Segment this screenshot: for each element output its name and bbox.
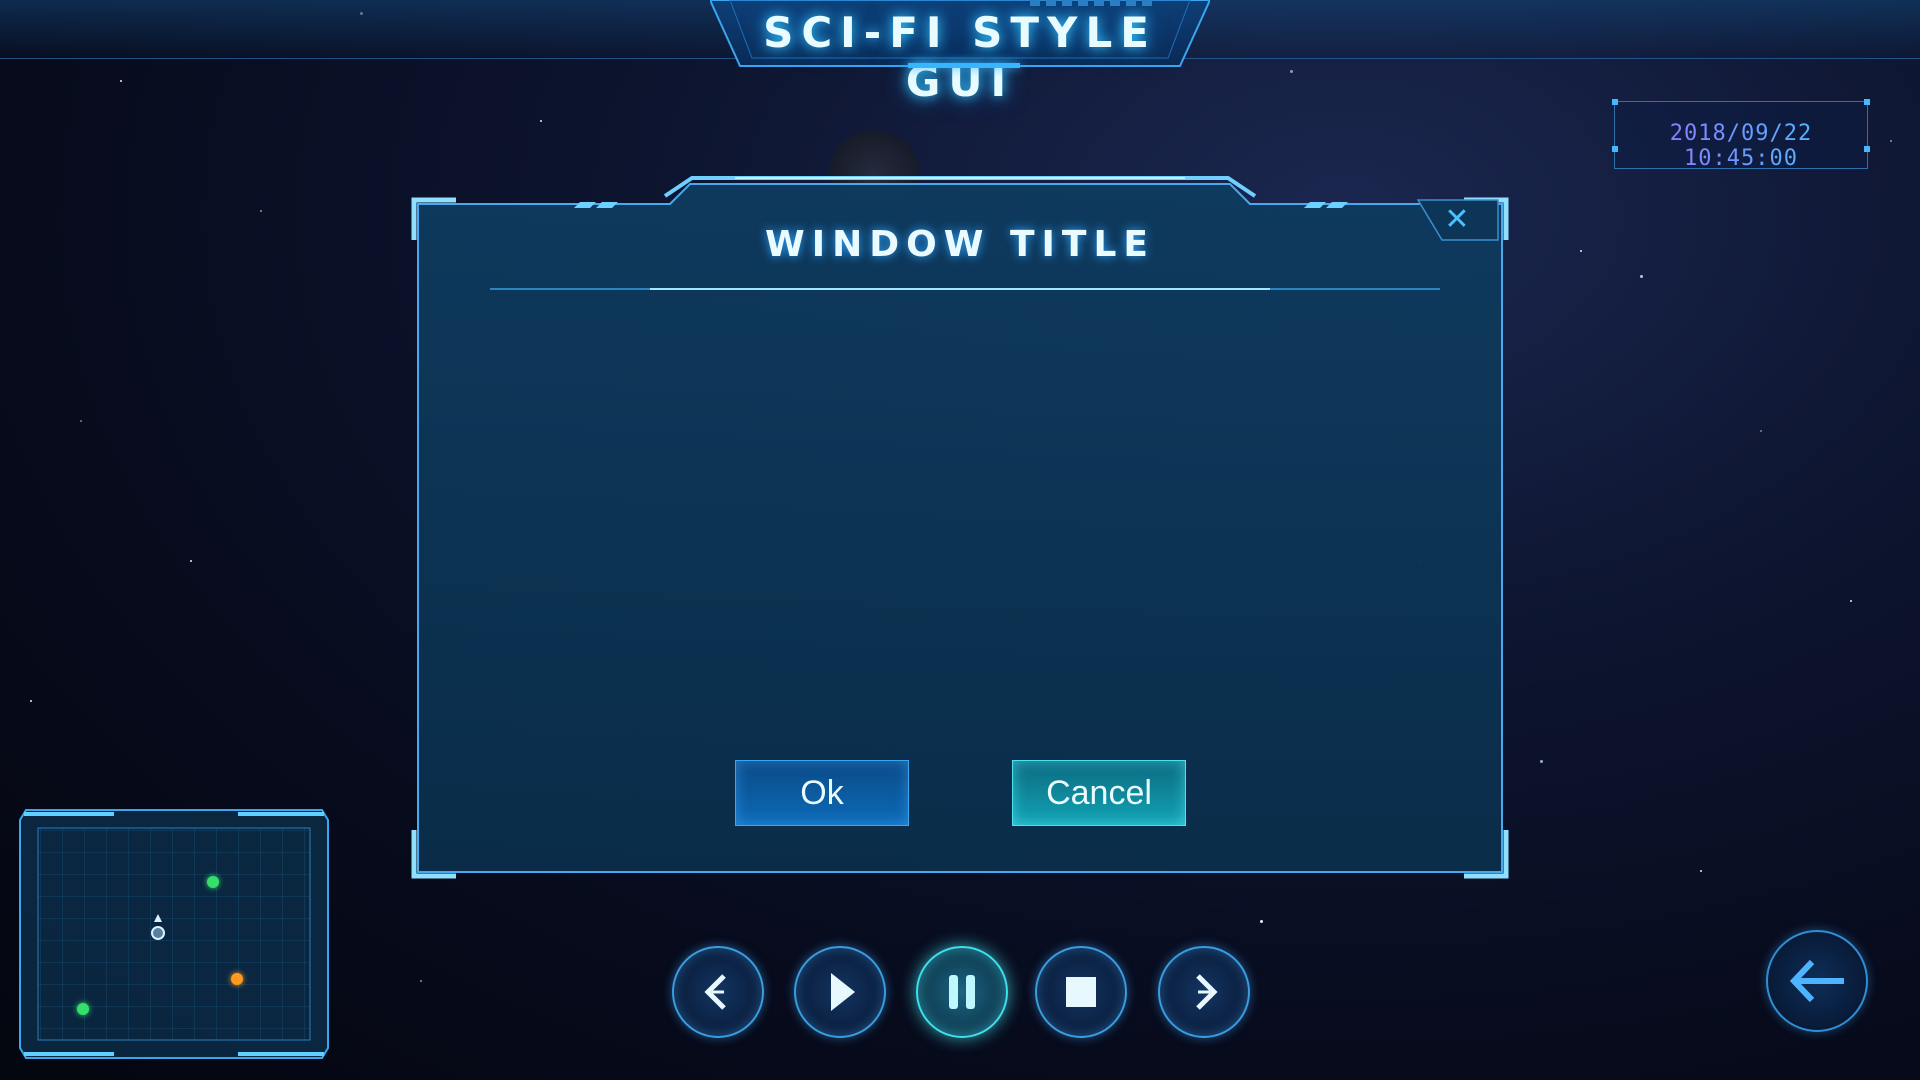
pause-button[interactable]: [916, 946, 1008, 1038]
minimap[interactable]: [18, 808, 330, 1060]
app-title: SCI-FI STYLE GUI: [763, 8, 1157, 106]
cancel-button[interactable]: Cancel: [1012, 760, 1186, 826]
datetime-text: 2018/09/22 10:45:00: [1615, 121, 1867, 171]
pause-icon: [949, 975, 975, 1009]
ok-button[interactable]: Ok: [735, 760, 909, 826]
play-button[interactable]: [794, 946, 886, 1038]
stop-icon: [1066, 977, 1096, 1007]
previous-button[interactable]: [672, 946, 764, 1038]
chevron-right-icon: [1196, 974, 1218, 1010]
dialog-window: WINDOW TITLE ✕ Ok Cancel: [410, 176, 1510, 880]
title-plate: SCI-FI STYLE GUI: [708, 0, 1212, 106]
player-heading-icon: [154, 914, 162, 922]
stop-button[interactable]: [1035, 946, 1127, 1038]
title-underline: [908, 63, 1020, 68]
close-button[interactable]: ✕: [1432, 200, 1482, 240]
ally-marker-icon: [207, 876, 219, 888]
objective-marker-icon: [231, 973, 243, 985]
close-icon: ✕: [1444, 202, 1470, 237]
datetime-display: 2018/09/22 10:45:00: [1612, 99, 1870, 171]
dialog-title: WINDOW TITLE: [765, 224, 1155, 265]
arrow-left-icon: [1789, 959, 1844, 1003]
play-icon: [831, 973, 855, 1011]
next-button[interactable]: [1158, 946, 1250, 1038]
player-marker-icon: [151, 926, 165, 940]
back-button[interactable]: [1766, 930, 1868, 1032]
chevron-left-icon: [704, 974, 726, 1010]
ally-marker-icon: [77, 1003, 89, 1015]
